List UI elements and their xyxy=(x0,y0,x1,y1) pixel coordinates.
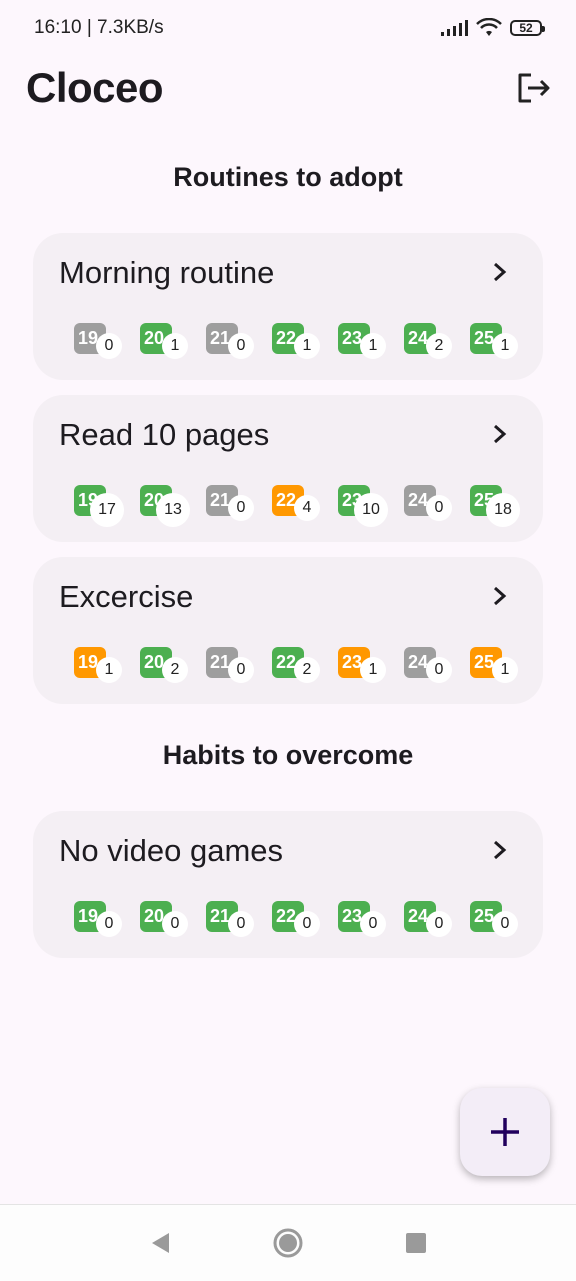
day-cell: 25 18 xyxy=(470,485,530,527)
home-icon xyxy=(273,1228,303,1258)
day-count-badge: 17 xyxy=(90,493,124,527)
add-habit-button[interactable] xyxy=(460,1088,550,1176)
day-count-badge: 1 xyxy=(96,657,122,683)
day-cell: 20 2 xyxy=(140,647,200,687)
day-cell: 21 0 xyxy=(206,901,266,941)
logout-button[interactable] xyxy=(514,68,554,108)
back-button[interactable] xyxy=(140,1223,180,1263)
wifi-icon xyxy=(476,18,502,36)
habit-card-morning-routine[interactable]: Morning routine 19 0 20 1 21 0 22 1 23 1 24 2 25 1 xyxy=(33,233,543,380)
recents-button[interactable] xyxy=(396,1223,436,1263)
habit-card-title: Excercise xyxy=(59,579,194,614)
day-count-badge: 0 xyxy=(96,911,122,937)
day-count-badge: 0 xyxy=(228,657,254,683)
day-count-badge: 2 xyxy=(162,657,188,683)
day-cell: 23 0 xyxy=(338,901,398,941)
day-strip: 19 0 20 0 21 0 22 0 23 0 24 0 25 0 xyxy=(74,901,524,941)
day-count-badge: 0 xyxy=(228,495,254,521)
day-count-badge: 1 xyxy=(360,333,386,359)
day-cell: 24 0 xyxy=(404,485,464,525)
day-cell: 20 0 xyxy=(140,901,200,941)
day-count-badge: 0 xyxy=(426,911,452,937)
day-cell: 22 1 xyxy=(272,323,332,363)
day-count-badge: 4 xyxy=(294,495,320,521)
day-cell: 19 0 xyxy=(74,901,134,941)
day-cell: 23 10 xyxy=(338,485,398,527)
day-count-badge: 1 xyxy=(294,333,320,359)
day-cell: 19 1 xyxy=(74,647,134,687)
app-bar: Cloceo xyxy=(0,56,576,120)
status-time: 16:10 | 7.3KB/s xyxy=(34,17,164,38)
day-count-badge: 18 xyxy=(486,493,520,527)
section-title-habits: Habits to overcome xyxy=(162,740,414,770)
chevron-right-icon xyxy=(489,585,511,607)
habit-card-title: Morning routine xyxy=(59,255,275,290)
chevron-right-icon xyxy=(489,839,511,861)
day-cell: 21 0 xyxy=(206,323,266,363)
day-count-badge: 0 xyxy=(96,333,122,359)
day-count-badge: 0 xyxy=(294,911,320,937)
day-cell: 23 1 xyxy=(338,647,398,687)
day-cell: 25 0 xyxy=(470,901,530,941)
section-title-routines: Routines to adopt xyxy=(173,162,403,192)
day-count-badge: 13 xyxy=(156,493,190,527)
day-cell: 19 0 xyxy=(74,323,134,363)
plus-icon xyxy=(491,1118,519,1146)
habit-card-excercise[interactable]: Excercise 19 1 20 2 21 0 22 2 23 1 24 0 25 1 xyxy=(33,557,543,704)
day-cell: 20 13 xyxy=(140,485,200,527)
day-cell: 24 2 xyxy=(404,323,464,363)
day-cell: 20 1 xyxy=(140,323,200,363)
day-count-badge: 0 xyxy=(426,495,452,521)
day-cell: 22 0 xyxy=(272,901,332,941)
day-cell: 22 4 xyxy=(272,485,332,525)
status-icons: 52 xyxy=(440,18,545,38)
home-button[interactable] xyxy=(268,1223,308,1263)
day-strip: 19 17 20 13 21 0 22 4 23 10 24 0 25 18 xyxy=(74,485,524,527)
chevron-right-icon xyxy=(489,423,511,445)
day-cell: 21 0 xyxy=(206,647,266,687)
day-cell: 25 1 xyxy=(470,323,530,363)
day-count-badge: 0 xyxy=(162,911,188,937)
day-count-badge: 1 xyxy=(492,657,518,683)
system-nav-bar xyxy=(0,1204,576,1281)
signal-icon xyxy=(441,20,468,36)
battery-icon: 52 xyxy=(510,20,545,36)
day-strip: 19 0 20 1 21 0 22 1 23 1 24 2 25 1 xyxy=(74,323,524,363)
day-count-badge: 1 xyxy=(162,333,188,359)
day-count-badge: 2 xyxy=(294,657,320,683)
day-cell: 24 0 xyxy=(404,901,464,941)
day-cell: 22 2 xyxy=(272,647,332,687)
logout-icon xyxy=(518,73,550,103)
day-count-badge: 0 xyxy=(360,911,386,937)
status-bar: 16:10 | 7.3KB/s 52 xyxy=(0,0,576,56)
day-count-badge: 0 xyxy=(492,911,518,937)
habit-card-no-video-games[interactable]: No video games 19 0 20 0 21 0 22 0 23 0 24 0 25 0 xyxy=(33,811,543,958)
day-count-badge: 1 xyxy=(492,333,518,359)
day-cell: 19 17 xyxy=(74,485,134,527)
day-count-badge: 0 xyxy=(426,657,452,683)
chevron-right-icon xyxy=(489,261,511,283)
day-count-badge: 2 xyxy=(426,333,452,359)
recents-icon xyxy=(406,1233,426,1253)
day-strip: 19 1 20 2 21 0 22 2 23 1 24 0 25 1 xyxy=(74,647,524,687)
day-count-badge: 0 xyxy=(228,333,254,359)
day-count-badge: 1 xyxy=(360,657,386,683)
habit-card-title: Read 10 pages xyxy=(59,417,270,452)
day-cell: 21 0 xyxy=(206,485,266,525)
day-cell: 25 1 xyxy=(470,647,530,687)
day-count-badge: 10 xyxy=(354,493,388,527)
habit-card-read-10-pages[interactable]: Read 10 pages 19 17 20 13 21 0 22 4 23 10 24 0 25 18 xyxy=(33,395,543,542)
habit-card-title: No video games xyxy=(59,833,284,868)
app-title: Cloceo xyxy=(26,64,164,111)
day-cell: 23 1 xyxy=(338,323,398,363)
back-icon xyxy=(152,1233,169,1253)
day-cell: 24 0 xyxy=(404,647,464,687)
day-count-badge: 0 xyxy=(228,911,254,937)
